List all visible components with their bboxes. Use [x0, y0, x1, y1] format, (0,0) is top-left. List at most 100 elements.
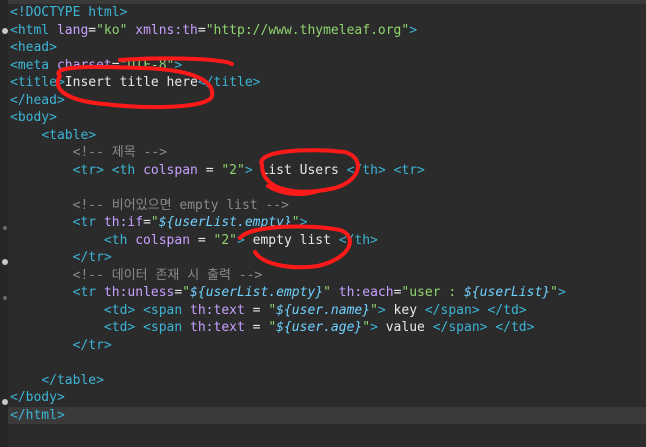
- code-line[interactable]: </head>: [10, 92, 65, 110]
- code-token: </span>: [424, 302, 480, 318]
- code-line[interactable]: </tr>: [10, 337, 112, 355]
- code-token: </span>: [432, 320, 488, 335]
- code-line[interactable]: <th colspan = "2"> empty list </th>: [10, 232, 378, 250]
- code-token: "UTF-8": [119, 57, 175, 73]
- code-token: ": [362, 320, 371, 335]
- fold-marker-icon[interactable]: [2, 28, 8, 34]
- editor-gutter: [0, 0, 8, 447]
- code-token: <th: [111, 162, 144, 178]
- code-token: =: [190, 232, 214, 248]
- code-token: <table>: [41, 127, 97, 143]
- code-token: <td>: [103, 302, 136, 318]
- code-token: >: [370, 320, 378, 335]
- code-token: ": [550, 285, 558, 300]
- code-line[interactable]: <td> <span th:text = "${user.age}"> valu…: [10, 319, 535, 337]
- code-token: <!-- 제목 -->: [72, 145, 167, 160]
- code-line[interactable]: <!-- 비어있으면 empty list -->: [10, 197, 289, 215]
- code-token: >: [299, 215, 308, 230]
- code-line[interactable]: <td> <span th:text = "${user.name}"> key…: [10, 302, 527, 320]
- code-token: <body>: [10, 110, 57, 125]
- code-line[interactable]: <!DOCTYPE html>: [10, 4, 127, 22]
- code-token: >: [409, 22, 418, 38]
- code-token: </td>: [487, 302, 527, 318]
- code-token: =: [88, 22, 97, 38]
- code-token: </tr>: [72, 250, 112, 265]
- code-token: empty list: [244, 232, 339, 248]
- code-token: ": [182, 285, 191, 300]
- code-token: th:text: [190, 320, 245, 335]
- code-token: "ko": [96, 22, 128, 38]
- code-line[interactable]: <body>: [10, 109, 57, 127]
- code-token: <td>: [103, 320, 136, 335]
- code-token: <span: [143, 320, 191, 335]
- code-token: ${userList}: [464, 285, 551, 300]
- code-token: </td>: [495, 320, 535, 335]
- code-line[interactable]: <!-- 제목 -->: [10, 144, 167, 162]
- code-token: >: [174, 57, 183, 73]
- code-line[interactable]: </table>: [10, 372, 104, 390]
- code-token: th:each: [338, 285, 394, 300]
- code-line[interactable]: <tr> <th colspan = "2"> List Users </th>…: [10, 162, 425, 180]
- code-token: <!-- 비어있으면 empty list -->: [72, 197, 289, 213]
- code-token: ${user.name}: [276, 302, 371, 318]
- code-token: </title>: [197, 75, 261, 90]
- code-line[interactable]: <tr th:if="${userList.empty}">: [10, 214, 308, 232]
- code-token: key: [385, 302, 425, 318]
- code-token: </head>: [10, 92, 65, 108]
- code-token: <title>: [10, 75, 65, 90]
- code-line[interactable]: <!-- 데이터 존재 시 출력 -->: [10, 267, 263, 285]
- code-token: ": [268, 302, 277, 318]
- code-token: =: [244, 302, 269, 318]
- code-token: ": [323, 285, 331, 300]
- code-token: =: [244, 320, 269, 335]
- code-token: </html>: [10, 407, 65, 423]
- code-line[interactable]: </body>: [10, 389, 65, 407]
- code-token: <!DOCTYPE html>: [10, 5, 128, 20]
- code-line[interactable]: </tr>: [10, 249, 112, 267]
- code-token: >: [244, 162, 253, 178]
- code-token: ${user.age}: [276, 320, 363, 335]
- code-token: </th>: [338, 232, 378, 248]
- code-token: >: [557, 285, 566, 300]
- code-line[interactable]: </html>: [8, 406, 646, 424]
- code-token: =: [197, 22, 206, 38]
- code-token: <tr: [72, 285, 104, 300]
- code-line[interactable]: <table>: [10, 127, 96, 145]
- code-token: "2": [213, 232, 237, 248]
- code-token: value: [377, 320, 433, 335]
- code-line[interactable]: <head>: [10, 39, 57, 57]
- code-token: <tr>: [393, 162, 425, 178]
- code-line[interactable]: <tr th:unless="${userList.empty}" th:eac…: [10, 284, 566, 302]
- code-line[interactable]: <html lang="ko" xmlns:th="http://www.thy…: [10, 22, 417, 40]
- code-token: ${userList.empty}: [158, 215, 292, 230]
- code-token: =: [143, 215, 151, 230]
- code-token: >: [377, 302, 386, 318]
- code-token: xmlns:th: [135, 22, 198, 38]
- code-line[interactable]: <meta charset="UTF-8">: [10, 57, 182, 75]
- code-token: ": [370, 302, 378, 318]
- code-token: </th>: [346, 162, 386, 178]
- code-token: <!-- 데이터 존재 시 출력 -->: [72, 267, 263, 283]
- line-marker-icon: [3, 226, 7, 230]
- code-token: th:if: [103, 215, 144, 230]
- code-token: colspan: [135, 232, 191, 248]
- fold-marker-icon[interactable]: [2, 259, 8, 265]
- code-editor[interactable]: <!DOCTYPE html> <html lang="ko" xmlns:th=…: [0, 0, 646, 447]
- code-token: ": [291, 215, 300, 230]
- code-token: </tr>: [72, 337, 112, 353]
- code-line[interactable]: <title>Insert title here</title>: [10, 74, 260, 92]
- code-token: th:text: [190, 302, 245, 318]
- fold-marker-icon[interactable]: [2, 399, 8, 405]
- code-token: <tr: [72, 215, 104, 230]
- code-token: Insert title here: [64, 75, 198, 90]
- code-token: >: [237, 232, 245, 248]
